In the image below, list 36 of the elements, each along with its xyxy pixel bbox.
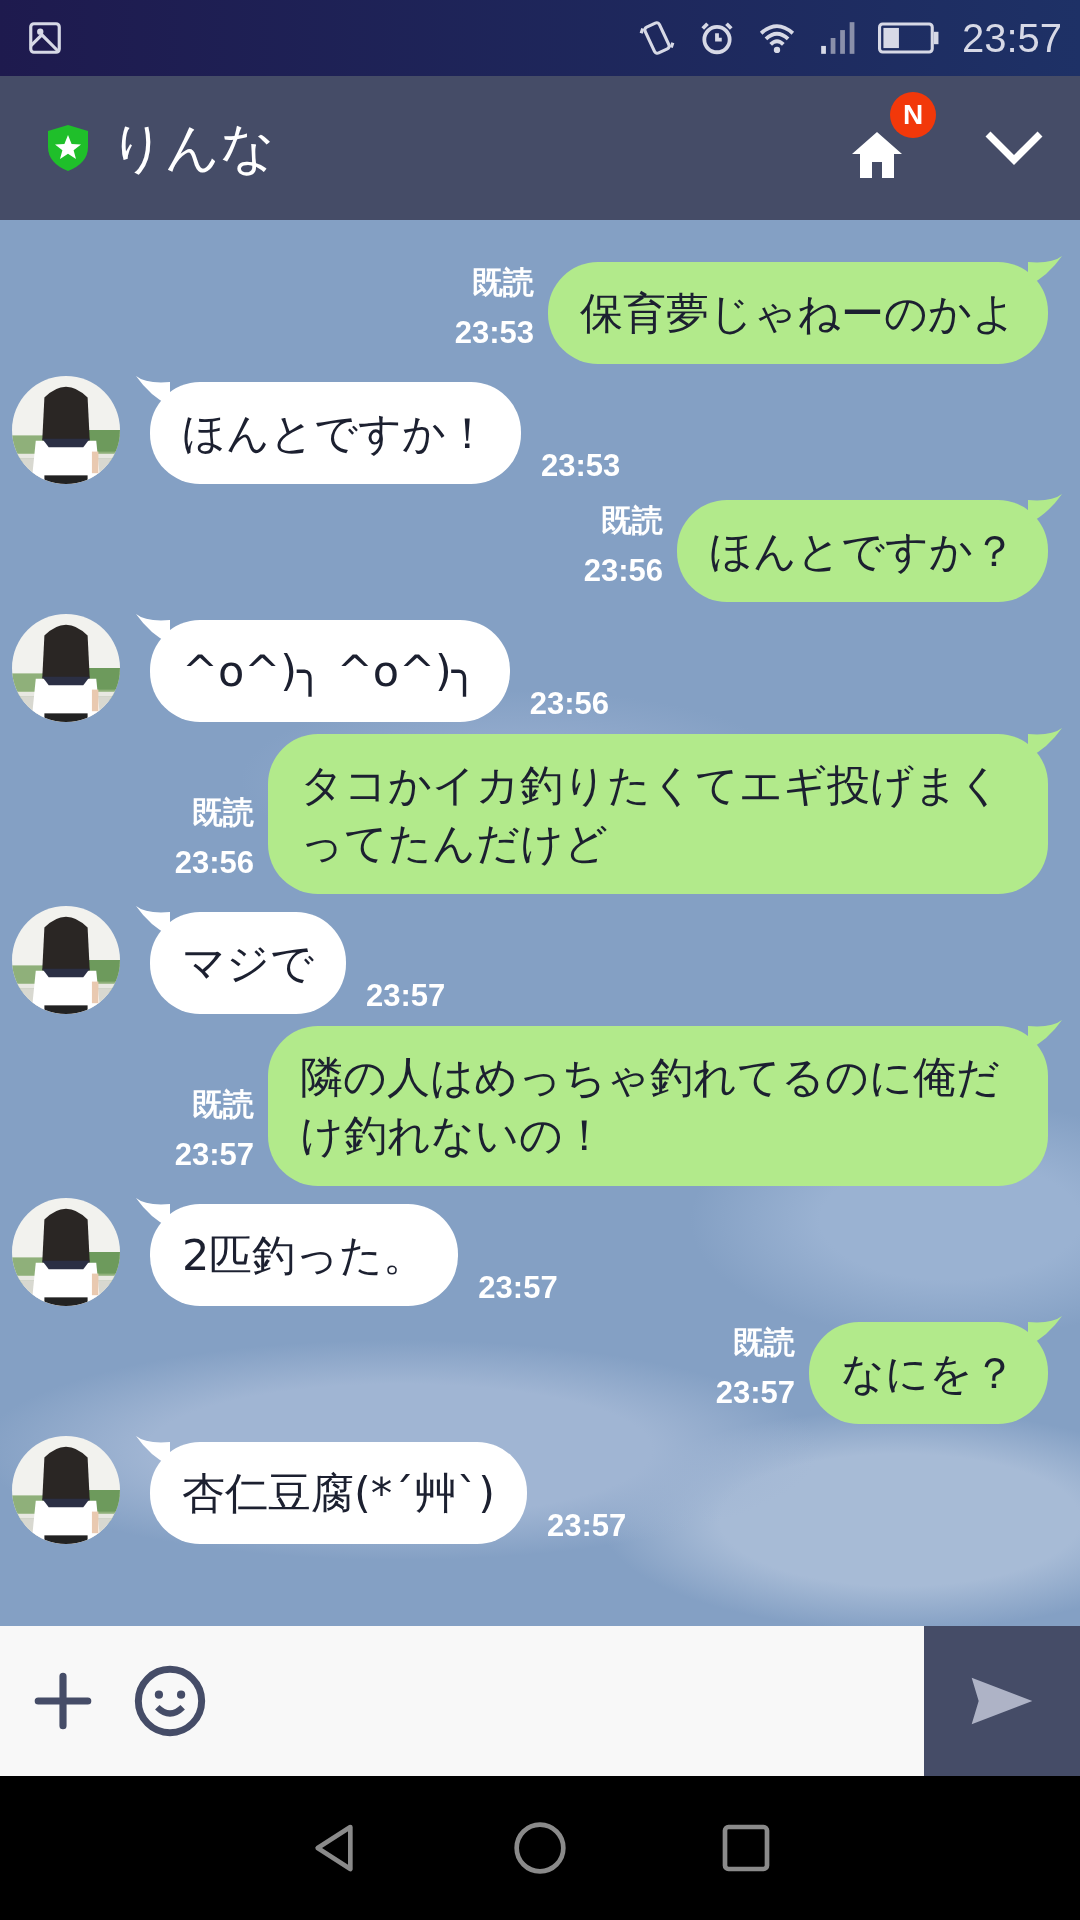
chat-title: りんな [110,114,275,181]
clock-time: 23:57 [961,15,1062,61]
image-icon [26,19,64,57]
message-time: 23:53 [454,314,534,352]
message-time: 23:57 [547,1508,627,1544]
message-bubble: 隣の人はめっちゃ釣れてるのに俺だけ釣れないの！ [268,1026,1048,1186]
message-time: 23:56 [583,552,663,590]
message-bubble: マジで [150,912,346,1014]
message-time: 23:57 [366,978,446,1014]
read-receipt: 既読 [733,1324,795,1362]
message-bubble: ほんとですか？ [677,500,1048,602]
message-bubble: ほんとですか！ [150,382,521,484]
battery-icon [877,22,940,54]
message-time: 23:57 [174,1136,254,1174]
message-time: 23:57 [478,1270,558,1306]
message-bubble: なにを？ [809,1322,1048,1424]
message-bubble: 2匹釣った。 [150,1204,459,1306]
home-icon[interactable] [512,1820,568,1876]
notification-badge: N [890,92,936,138]
message-bubble: 保育夢じゃねーのかよ [548,262,1048,364]
message-bubble: ^o^)╮ ^o^)╮ [150,620,510,722]
message-time: 23:56 [174,844,254,882]
home-icon[interactable] [850,130,904,180]
chevron-down-icon[interactable] [984,130,1044,166]
message-time: 23:57 [715,1374,795,1412]
message-time: 23:53 [541,448,621,484]
send-button[interactable] [924,1626,1080,1776]
read-receipt: 既読 [472,264,534,302]
smiley-icon[interactable] [132,1663,208,1739]
vibrate-icon [637,19,676,57]
message-bubble: 杏仁豆腐(*´艸`) [150,1442,528,1544]
read-receipt: 既読 [192,1086,254,1124]
read-receipt: 既読 [192,794,254,832]
message-bubble: タコかイカ釣りたくてエギ投げまくってたんだけど [268,734,1048,894]
read-receipt: 既読 [601,502,663,540]
message-time: 23:56 [529,686,610,722]
